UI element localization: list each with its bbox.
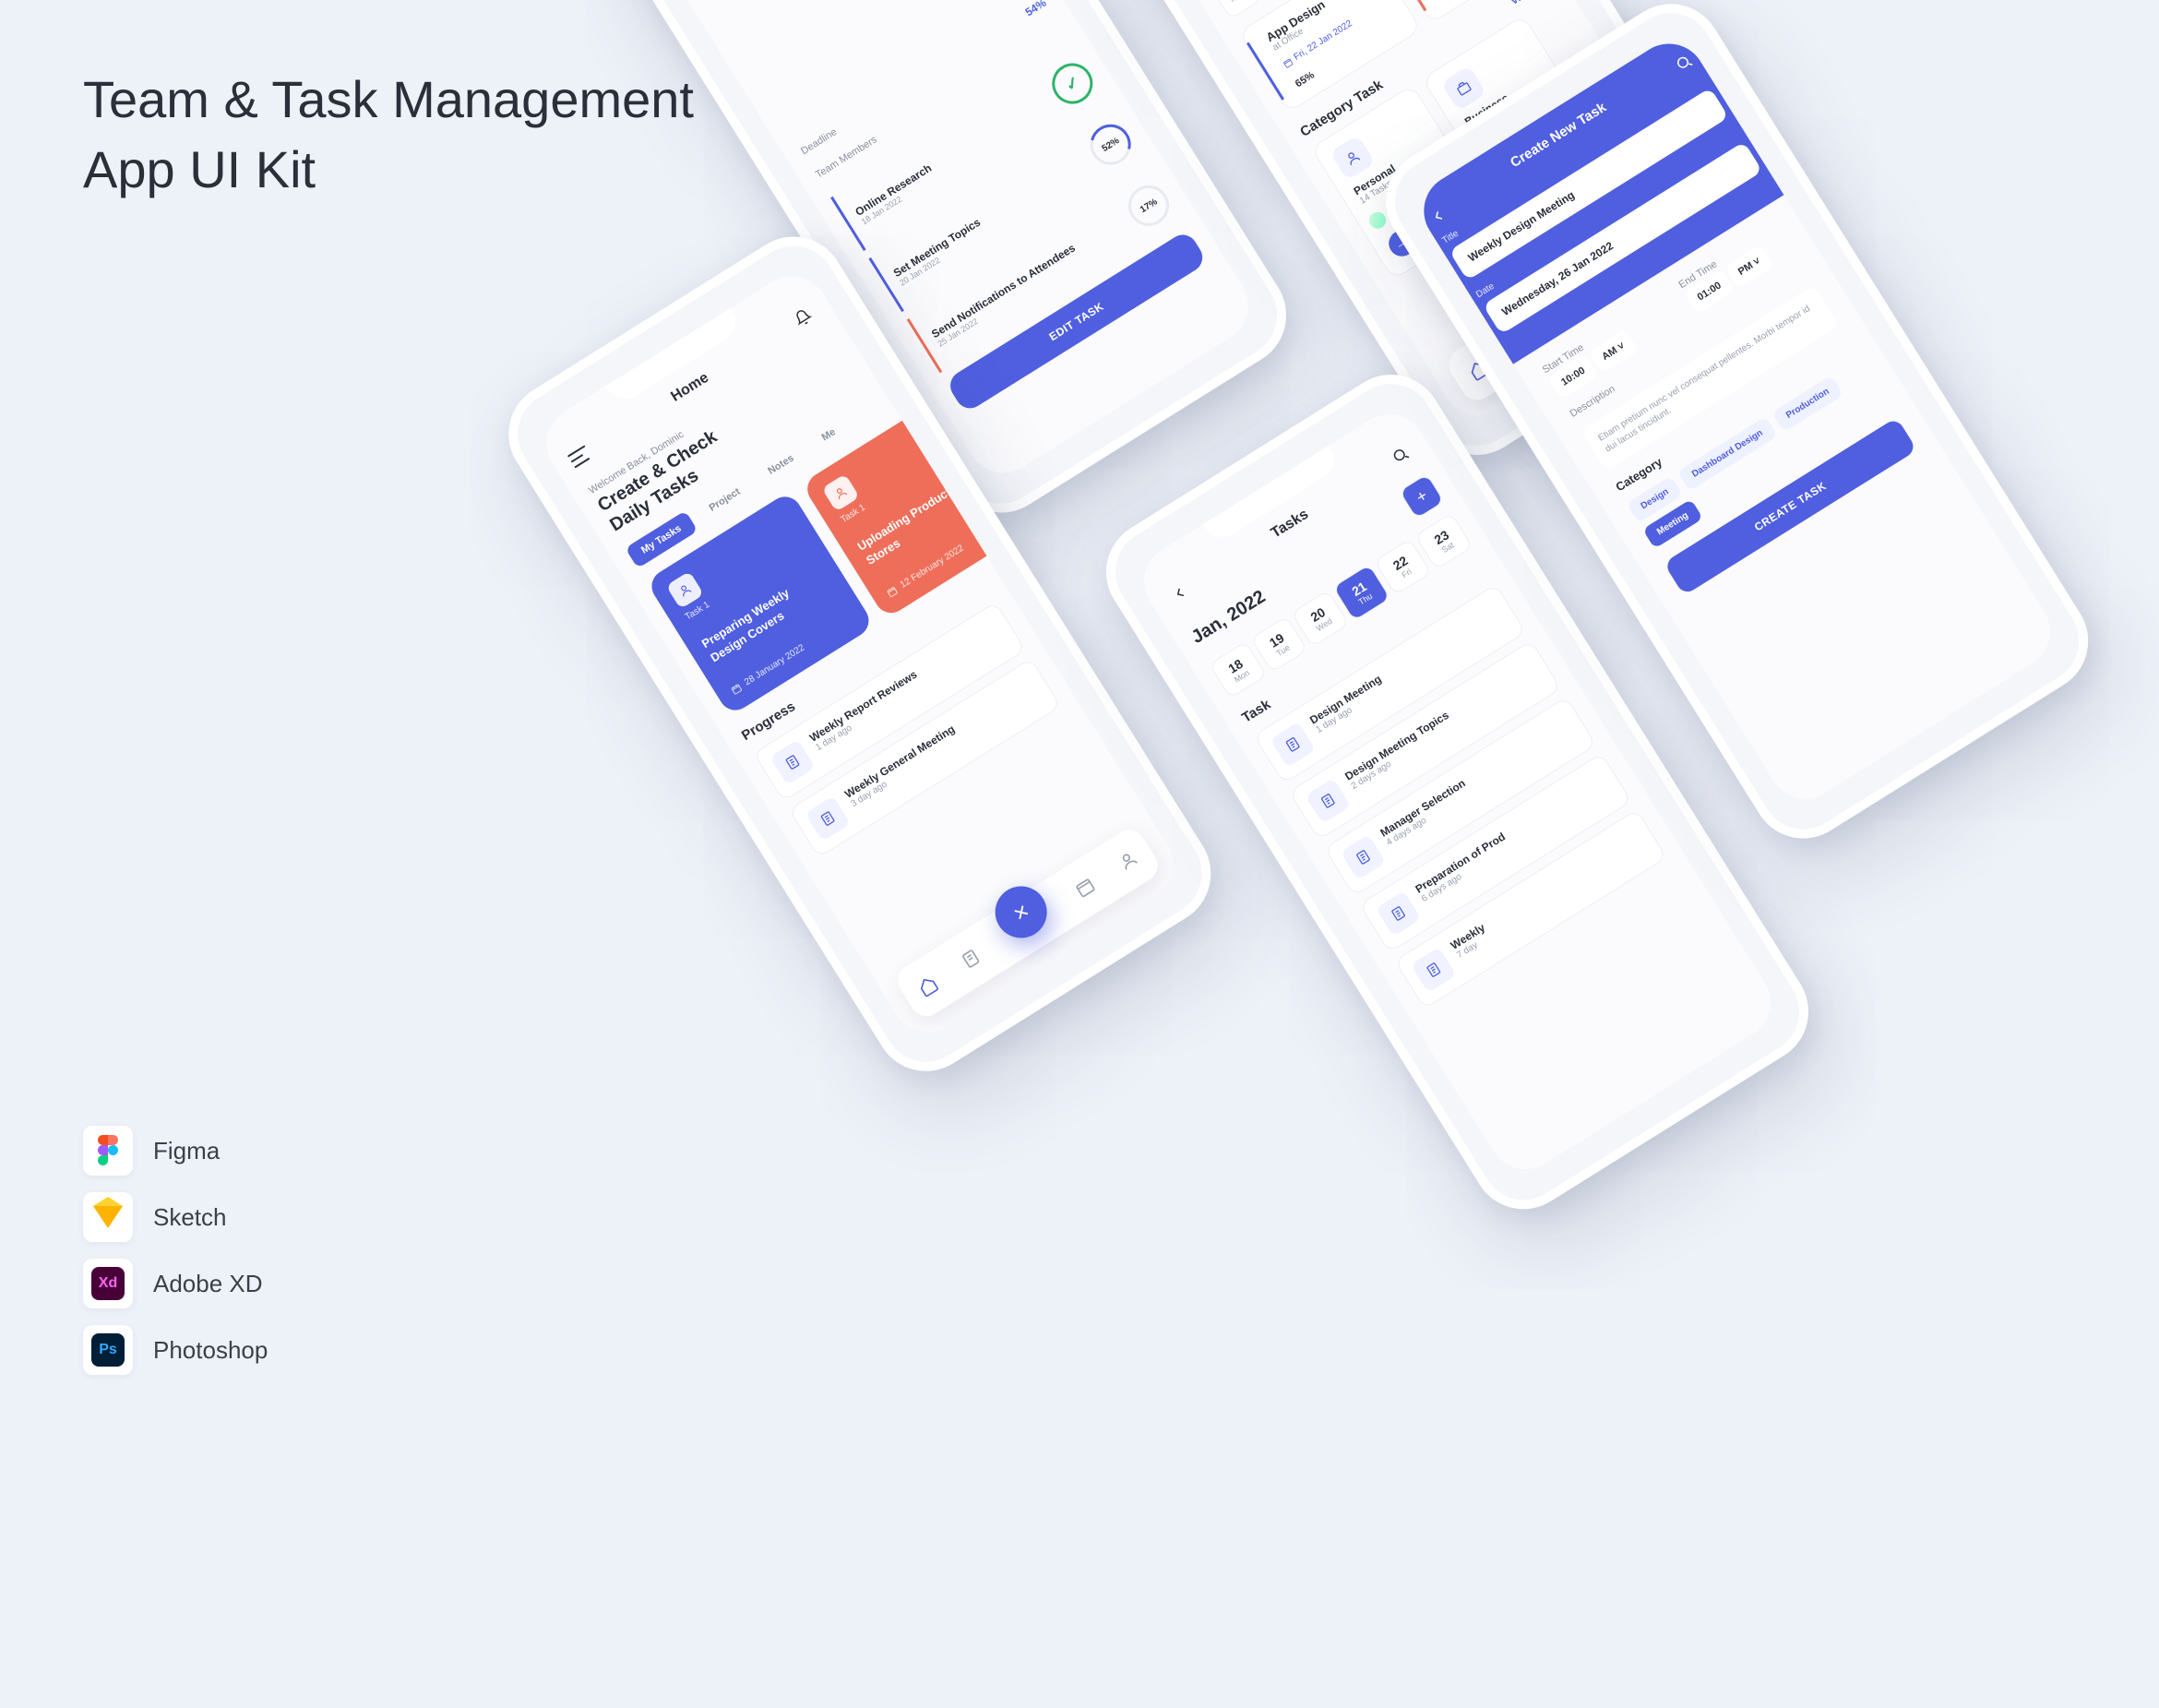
ps-icon: Ps [83,1325,133,1375]
tool-label: Adobe XD [153,1270,263,1298]
tool-figma: Figma [83,1126,268,1176]
tool-label: Sketch [153,1203,227,1232]
xd-icon: Xd [83,1259,133,1308]
document-icon [1270,722,1316,768]
tool-sketch: Sketch [83,1192,268,1242]
chip-dashboard[interactable]: Dashboard Design [1677,416,1778,491]
search-icon[interactable] [1383,437,1419,473]
document-icon [769,739,816,785]
document-icon [1341,834,1387,880]
back-icon[interactable] [1162,576,1198,612]
progress-ring: 17% [1121,178,1177,234]
deadline-percent: 54% [1023,0,1049,18]
bottom-nav: × [892,824,1164,1022]
document-icon [805,795,851,842]
day-chip[interactable]: 18Mon [1207,0,1262,19]
document-icon [1376,890,1422,937]
screen-title: Home [668,370,711,406]
screen-title: Tasks [1269,507,1312,543]
task-title: Uploading Products to Stores [854,466,991,568]
tool-badges: Figma Sketch Xd Adobe XD Ps Photoshop [83,1126,268,1375]
figma-icon [83,1126,133,1176]
deadline-label: Deadline [799,126,839,157]
menu-icon[interactable] [567,445,592,468]
document-icon [1411,947,1457,993]
tool-label: Figma [153,1137,220,1165]
document-icon [1306,778,1352,824]
nav-tasks-icon[interactable] [959,946,984,972]
bell-icon[interactable] [785,300,821,336]
briefcase-icon [1441,66,1487,112]
tab-me[interactable]: Me [805,414,852,456]
sketch-icon [83,1192,133,1242]
task-title: Preparing Weekly Design Covers [698,563,835,665]
tool-label: Photoshop [153,1336,268,1365]
nav-calendar-icon[interactable] [1072,875,1098,901]
person-icon [1330,135,1376,181]
tool-ps: Ps Photoshop [83,1325,268,1375]
nav-profile-icon[interactable] [1115,848,1141,874]
add-task-button[interactable]: + [1399,473,1445,520]
fab-add-button[interactable]: × [985,877,1056,948]
search-icon[interactable] [1666,45,1702,81]
nav-home-icon[interactable] [915,973,941,998]
check-icon: ✓ [1044,55,1101,112]
tool-xd: Xd Adobe XD [83,1259,268,1308]
progress-ring: 52% [1082,116,1139,173]
